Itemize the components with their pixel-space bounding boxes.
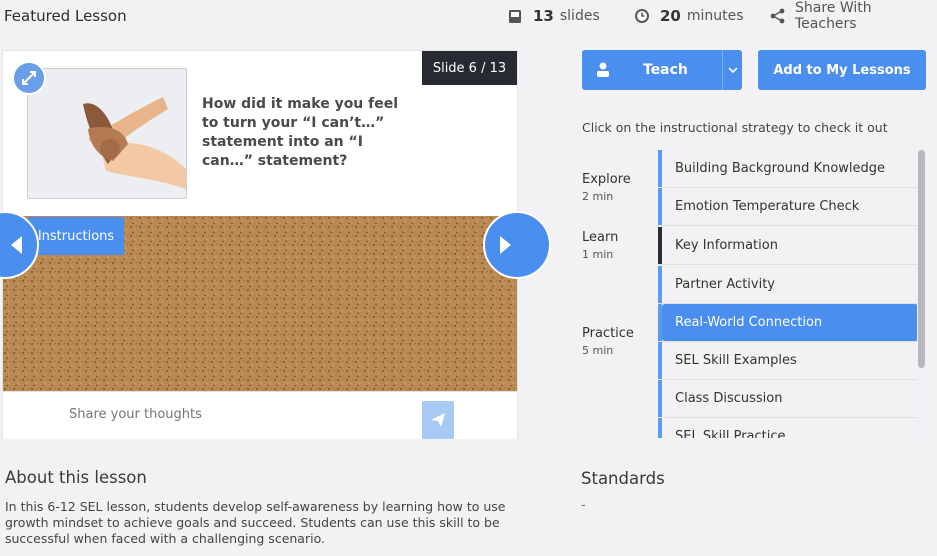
add-to-my-lessons-button[interactable]: Add to My Lessons — [758, 50, 926, 90]
strategy-item[interactable]: Building Background Knowledge — [658, 150, 918, 188]
slides-icon — [508, 9, 523, 24]
teach-dropdown-toggle[interactable] — [722, 50, 742, 90]
phase-duration: 1 min — [582, 248, 614, 261]
strategy-scrollbar[interactable] — [918, 150, 925, 368]
hands-illustration — [27, 68, 187, 199]
instructions-tab[interactable]: Instructions — [28, 217, 124, 255]
minutes-count: 20 — [660, 7, 681, 25]
expand-icon[interactable] — [12, 61, 46, 95]
strategy-label: Key Information — [675, 238, 778, 253]
phase-duration: 2 min — [582, 190, 614, 203]
slides-count: 13 — [533, 7, 554, 25]
share-label: Share With Teachers — [795, 0, 872, 32]
standards-value: - — [581, 498, 586, 513]
phase-name: Explore — [582, 172, 631, 187]
next-slide-button[interactable] — [483, 211, 551, 279]
strategy-item[interactable]: Key Information — [658, 227, 918, 265]
strategy-label: Building Background Knowledge — [675, 161, 886, 176]
send-button[interactable] — [422, 401, 454, 439]
phase-learn: Learn 1 min — [582, 230, 618, 261]
strategy-label: Partner Activity — [675, 277, 775, 292]
strategy-label: SEL Skill Practice — [675, 429, 786, 438]
strategy-label: Emotion Temperature Check — [675, 199, 860, 214]
slide-preview: How did it make you feel to turn your “I… — [0, 50, 551, 439]
share-thoughts-bar — [3, 391, 517, 439]
chevron-left-icon — [11, 236, 22, 254]
phase-practice: Practice 5 min — [582, 326, 634, 357]
strategy-label: SEL Skill Examples — [675, 353, 797, 368]
strategy-item[interactable]: Class Discussion — [658, 380, 918, 418]
clock-icon — [634, 8, 650, 24]
about-title: About this lesson — [5, 468, 147, 487]
strategy-item[interactable]: SEL Skill Examples — [658, 342, 918, 380]
standards-title: Standards — [581, 469, 665, 488]
minutes-meta: 20 minutes — [634, 6, 744, 26]
slide-content: How did it make you feel to turn your “I… — [3, 51, 517, 216]
phase-name: Learn — [582, 230, 619, 245]
strategy-item[interactable]: Partner Activity — [658, 266, 918, 304]
strategy-item[interactable]: Emotion Temperature Check — [658, 188, 918, 226]
about-text: In this 6-12 SEL lesson, students develo… — [5, 499, 506, 546]
share-icon — [770, 8, 785, 24]
share-with-teachers-link[interactable]: Share With Teachers — [770, 0, 937, 32]
share-thoughts-input[interactable] — [69, 407, 369, 422]
teach-label: Teach — [643, 62, 688, 78]
send-icon — [431, 413, 445, 427]
slide-counter-badge: Slide 6 / 13 — [422, 51, 517, 85]
strategy-hint: Click on the instructional strategy to c… — [582, 120, 888, 135]
slide-question: How did it make you feel to turn your “I… — [202, 96, 399, 169]
slides-count-meta: 13 slides — [508, 6, 600, 26]
phase-name: Practice — [582, 326, 634, 341]
strategy-item-selected[interactable]: Real-World Connection — [662, 304, 918, 342]
phase-explore: Explore 2 min — [582, 172, 631, 203]
phase-duration: 5 min — [582, 344, 614, 357]
chevron-right-icon — [500, 236, 511, 254]
teacher-icon — [594, 61, 612, 83]
strategy-list: Building Background Knowledge Emotion Te… — [658, 150, 926, 438]
chevron-down-icon — [727, 66, 738, 73]
strategy-label: Class Discussion — [675, 391, 783, 406]
strategy-label: Real-World Connection — [675, 315, 823, 330]
page-title: Featured Lesson — [4, 7, 127, 25]
slides-label: slides — [559, 8, 600, 24]
strategy-item[interactable]: SEL Skill Practice — [658, 418, 918, 438]
minutes-label: minutes — [686, 8, 744, 24]
teach-button[interactable]: Teach — [582, 50, 742, 90]
